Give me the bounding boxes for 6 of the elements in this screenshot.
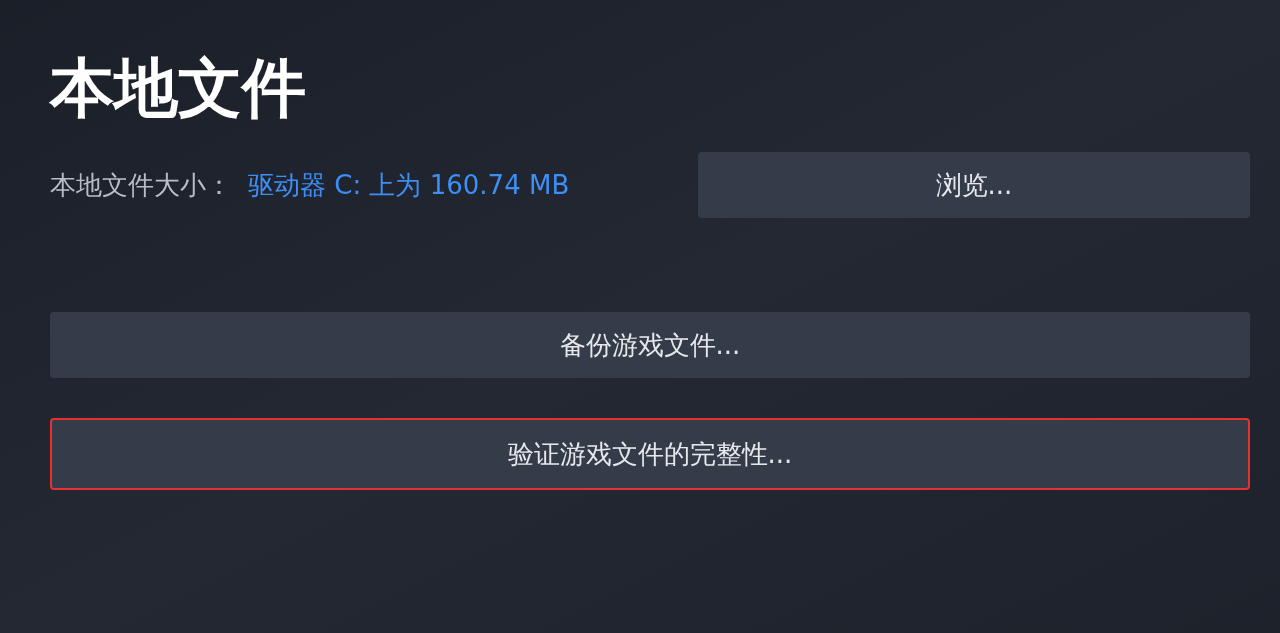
page-title: 本地文件 xyxy=(50,52,307,124)
size-label: 本地文件大小： xyxy=(50,168,232,202)
size-value: 驱动器 C: 上为 160.74 MB xyxy=(248,168,570,202)
browse-button[interactable]: 浏览... xyxy=(698,152,1250,218)
action-button[interactable]: 备份游戏文件... xyxy=(50,312,1250,378)
action-button[interactable]: 验证游戏文件的完整性... xyxy=(50,418,1250,490)
